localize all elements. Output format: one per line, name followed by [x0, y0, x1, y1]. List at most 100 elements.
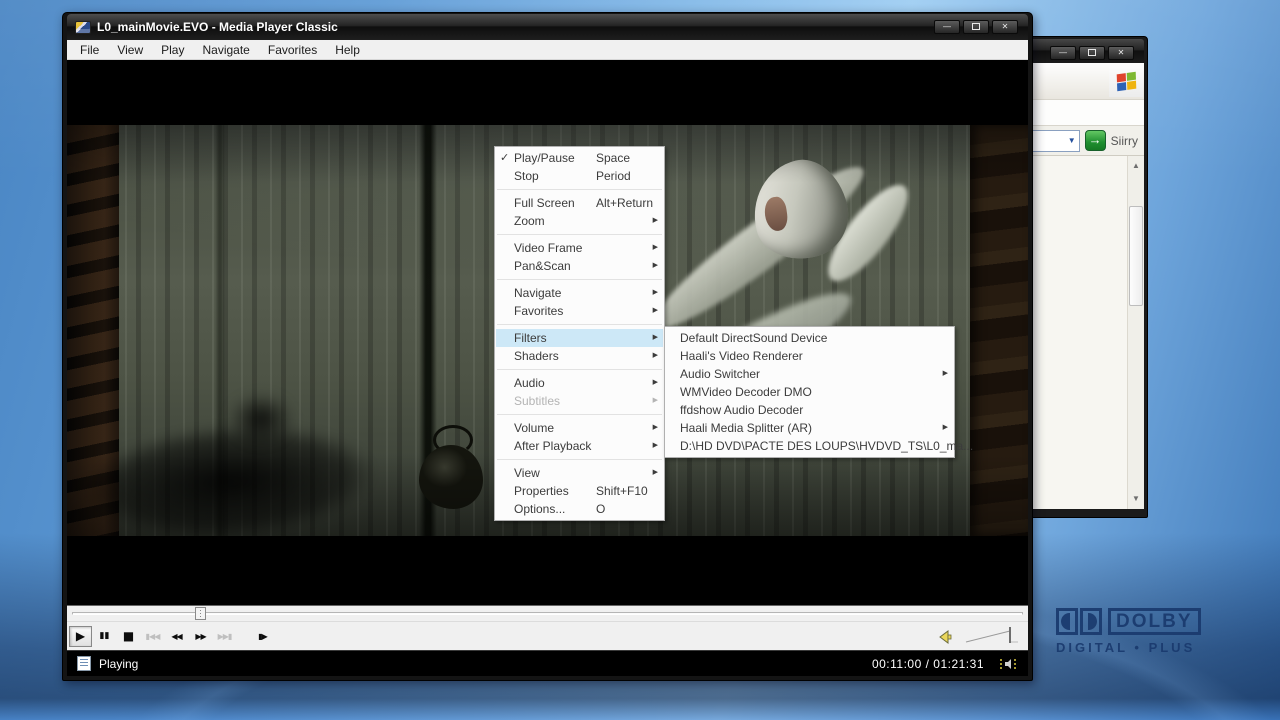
status-bar: Playing 00:11:00 / 01:21:31	[67, 650, 1028, 676]
submenu-item[interactable]: ✓ ffdshow Audio Decoder ▶	[666, 401, 953, 419]
dolby-subtitle: DIGITAL • PLUS	[1056, 640, 1226, 655]
transport-button-rewind[interactable]: ◀◀	[165, 626, 188, 647]
menu-item-label: Stop	[514, 169, 539, 183]
menu-separator	[497, 414, 662, 415]
menubar-item-label: Help	[335, 43, 360, 57]
menubar-item[interactable]: Help	[326, 40, 369, 60]
dropdown-arrow-icon[interactable]: ▼	[1068, 136, 1076, 145]
submenu-item[interactable]: ✓ Audio Switcher ▶	[666, 365, 953, 383]
transport-glyph: ▮▮	[100, 631, 110, 641]
player-titlebar[interactable]: L0_mainMovie.EVO - Media Player Classic …	[67, 14, 1028, 40]
menu-item-label: Properties	[514, 484, 569, 498]
menubar-item[interactable]: File	[71, 40, 108, 60]
seek-thumb[interactable]	[195, 607, 206, 620]
seek-bar[interactable]	[67, 605, 1028, 621]
volume-slider[interactable]	[964, 625, 1020, 647]
seek-groove[interactable]	[72, 612, 1023, 615]
player-maximize-button[interactable]	[963, 20, 989, 34]
mute-speaker-icon[interactable]	[936, 627, 956, 647]
transport-toolbar: ▶ ▮▮ ■ ▮◀◀ ◀◀ ▶▶ ▶▶▮ ▮▶	[67, 621, 1028, 650]
scroll-up-icon[interactable]: ▲	[1128, 158, 1144, 174]
menubar-item-label: Navigate	[202, 43, 249, 57]
transport-button-play[interactable]: ▶	[69, 626, 92, 647]
menubar-item[interactable]: Play	[152, 40, 193, 60]
context-menu-item[interactable]: ✓ Pan&Scan ▶	[496, 257, 663, 275]
status-file-icon	[77, 656, 91, 671]
transport-button-pause[interactable]: ▮▮	[93, 626, 116, 647]
menu-item-label: Video Frame	[514, 241, 582, 255]
menu-item-label: Shaders	[514, 349, 559, 363]
context-menu-item[interactable]: ✓ Shaders ▶	[496, 347, 663, 365]
submenu-item[interactable]: ✓ Default DirectSound Device ▶	[666, 329, 953, 347]
transport-button-stop[interactable]: ■	[117, 626, 140, 647]
menu-item-label: Volume	[514, 421, 554, 435]
context-menu: ✓ Play/Pause Space ▶ ✓ Stop Period ▶ ✓ F…	[494, 146, 665, 521]
dolby-word: DOLBY	[1108, 608, 1201, 635]
menubar-item[interactable]: Navigate	[193, 40, 258, 60]
scrollbar-thumb[interactable]	[1129, 206, 1143, 306]
context-menu-item[interactable]: ✓ Properties Shift+F10 ▶	[496, 482, 663, 500]
filters-submenu: ✓ Default DirectSound Device ▶ ✓ Haali's…	[664, 326, 955, 458]
transport-button-skip-forward[interactable]: ▶▶▮	[213, 626, 236, 647]
menu-item-label: View	[514, 466, 540, 480]
background-browser-window[interactable]: — ✕ ▼ → Siirry ▲ ▼	[1018, 36, 1148, 518]
playback-state: Playing	[99, 657, 872, 671]
browser-close-button[interactable]: ✕	[1108, 46, 1134, 60]
context-menu-item[interactable]: ✓ Filters ▶	[496, 329, 663, 347]
context-menu-item[interactable]: ✓ Volume ▶	[496, 419, 663, 437]
stone-wall-right	[970, 125, 1028, 536]
submenu-arrow-icon: ▶	[653, 302, 658, 320]
submenu-item[interactable]: ✓ WMVideo Decoder DMO ▶	[666, 383, 953, 401]
context-menu-item[interactable]: ✓ Favorites ▶	[496, 302, 663, 320]
submenu-item-label: D:\HD DVD\PACTE DES LOUPS\HVDVD_TS\L0_ma…	[680, 439, 973, 453]
context-menu-item[interactable]: ✓ Stop Period ▶	[496, 167, 663, 185]
submenu-arrow-icon: ▶	[653, 284, 658, 302]
context-menu-item[interactable]: ✓ View ▶	[496, 464, 663, 482]
browser-minimize-button[interactable]: —	[1050, 46, 1076, 60]
dolby-digital-plus-logo: DOLBY DIGITAL • PLUS	[1056, 608, 1226, 655]
submenu-arrow-icon: ▶	[943, 365, 948, 383]
submenu-item[interactable]: ✓ D:\HD DVD\PACTE DES LOUPS\HVDVD_TS\L0_…	[666, 437, 953, 455]
dolby-double-d-icon	[1056, 608, 1102, 635]
transport-button-fast-forward[interactable]: ▶▶	[189, 626, 212, 647]
player-close-button[interactable]: ✕	[992, 20, 1018, 34]
submenu-arrow-icon: ▶	[653, 212, 658, 230]
context-menu-item[interactable]: ✓ Audio ▶	[496, 374, 663, 392]
context-menu-item[interactable]: ✓ Play/Pause Space ▶	[496, 149, 663, 167]
menu-item-shortcut: Shift+F10	[596, 482, 648, 500]
browser-scrollbar[interactable]: ▲ ▼	[1127, 156, 1144, 509]
menu-item-label: Filters	[514, 331, 547, 345]
submenu-item[interactable]: ✓ Haali Media Splitter (AR) ▶	[666, 419, 953, 437]
browser-maximize-button[interactable]	[1079, 46, 1105, 60]
menu-item-label: After Playback	[514, 439, 591, 453]
menubar-item[interactable]: View	[108, 40, 152, 60]
transport-glyph: ▶▶	[195, 632, 205, 641]
context-menu-item[interactable]: ✓ After Playback ▶	[496, 437, 663, 455]
context-menu-item[interactable]: ✓ Subtitles ▶	[496, 392, 663, 410]
transport-button-frame-step[interactable]: ▮▶	[251, 626, 274, 647]
menu-separator	[497, 459, 662, 460]
context-menu-item[interactable]: ✓ Full Screen Alt+Return ▶	[496, 194, 663, 212]
maximize-icon	[972, 23, 980, 30]
menu-bar: File View Play Navigate Favorites Help	[67, 40, 1028, 60]
transport-button-skip-back[interactable]: ▮◀◀	[141, 626, 164, 647]
menubar-item[interactable]: Favorites	[259, 40, 326, 60]
nun-figure	[743, 151, 858, 269]
context-menu-item[interactable]: ✓ Video Frame ▶	[496, 239, 663, 257]
go-button[interactable]: →	[1085, 130, 1106, 151]
scroll-down-icon[interactable]: ▼	[1128, 491, 1144, 507]
menubar-item-label: Play	[161, 43, 184, 57]
menu-item-label: Full Screen	[514, 196, 575, 210]
windows-logo-box	[1109, 65, 1143, 97]
submenu-item-label: Audio Switcher	[680, 367, 760, 381]
submenu-arrow-icon: ▶	[653, 257, 658, 275]
context-menu-item[interactable]: ✓ Options... O ▶	[496, 500, 663, 518]
submenu-arrow-icon: ▶	[653, 329, 658, 347]
submenu-item-label: ffdshow Audio Decoder	[680, 403, 803, 417]
context-menu-item[interactable]: ✓ Zoom ▶	[496, 212, 663, 230]
context-menu-item[interactable]: ✓ Navigate ▶	[496, 284, 663, 302]
submenu-arrow-icon: ▶	[653, 464, 658, 482]
player-minimize-button[interactable]: —	[934, 20, 960, 34]
browser-titlebar[interactable]: — ✕	[1022, 39, 1144, 63]
submenu-item[interactable]: ✓ Haali's Video Renderer ▶	[666, 347, 953, 365]
